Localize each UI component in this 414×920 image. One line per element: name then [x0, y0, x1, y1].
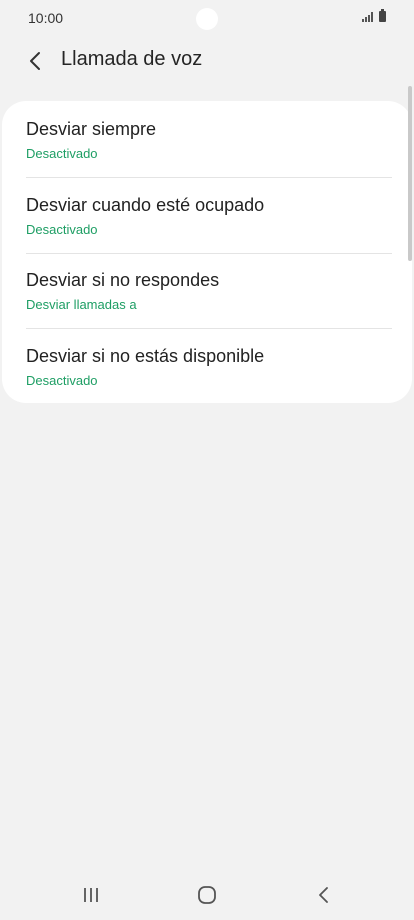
home-icon	[198, 886, 216, 904]
screen: 10:00 Llamada de voz Desviar siempre Des…	[0, 0, 414, 920]
option-desviar-no-disponible[interactable]: Desviar si no estás disponible Desactiva…	[2, 328, 412, 403]
option-desviar-ocupado[interactable]: Desviar cuando esté ocupado Desactivado	[2, 177, 412, 252]
page-title: Llamada de voz	[61, 48, 203, 70]
option-status: Desactivado	[26, 373, 98, 388]
home-button[interactable]	[187, 878, 227, 912]
option-status: Desactivado	[26, 222, 98, 237]
battery-icon	[379, 9, 386, 22]
status-time: 10:00	[28, 10, 64, 26]
option-desviar-siempre[interactable]: Desviar siempre Desactivado	[2, 101, 412, 176]
recent-apps-icon	[84, 888, 98, 902]
recent-apps-button[interactable]	[71, 878, 111, 912]
navigation-bar	[0, 870, 414, 920]
forwarding-options-card: Desviar siempre Desactivado Desviar cuan…	[2, 101, 412, 403]
option-title: Desviar si no estás disponible	[26, 346, 265, 366]
nav-back-button[interactable]	[303, 878, 343, 912]
signal-icon	[362, 12, 373, 22]
option-title: Desviar siempre	[26, 119, 157, 139]
chevron-left-icon	[30, 52, 40, 70]
camera-cutout	[196, 8, 218, 30]
option-title: Desviar cuando esté ocupado	[26, 195, 265, 215]
scrollbar[interactable]	[408, 86, 412, 261]
option-status: Desviar llamadas a	[26, 297, 137, 312]
back-icon	[319, 887, 328, 903]
app-header: Llamada de voz	[0, 38, 414, 82]
status-bar: 10:00	[0, 0, 414, 36]
status-icons	[362, 9, 386, 22]
back-button[interactable]	[20, 46, 50, 76]
option-desviar-no-responde[interactable]: Desviar si no respondes Desviar llamadas…	[2, 252, 412, 327]
option-status: Desactivado	[26, 146, 98, 161]
option-title: Desviar si no respondes	[26, 270, 220, 290]
